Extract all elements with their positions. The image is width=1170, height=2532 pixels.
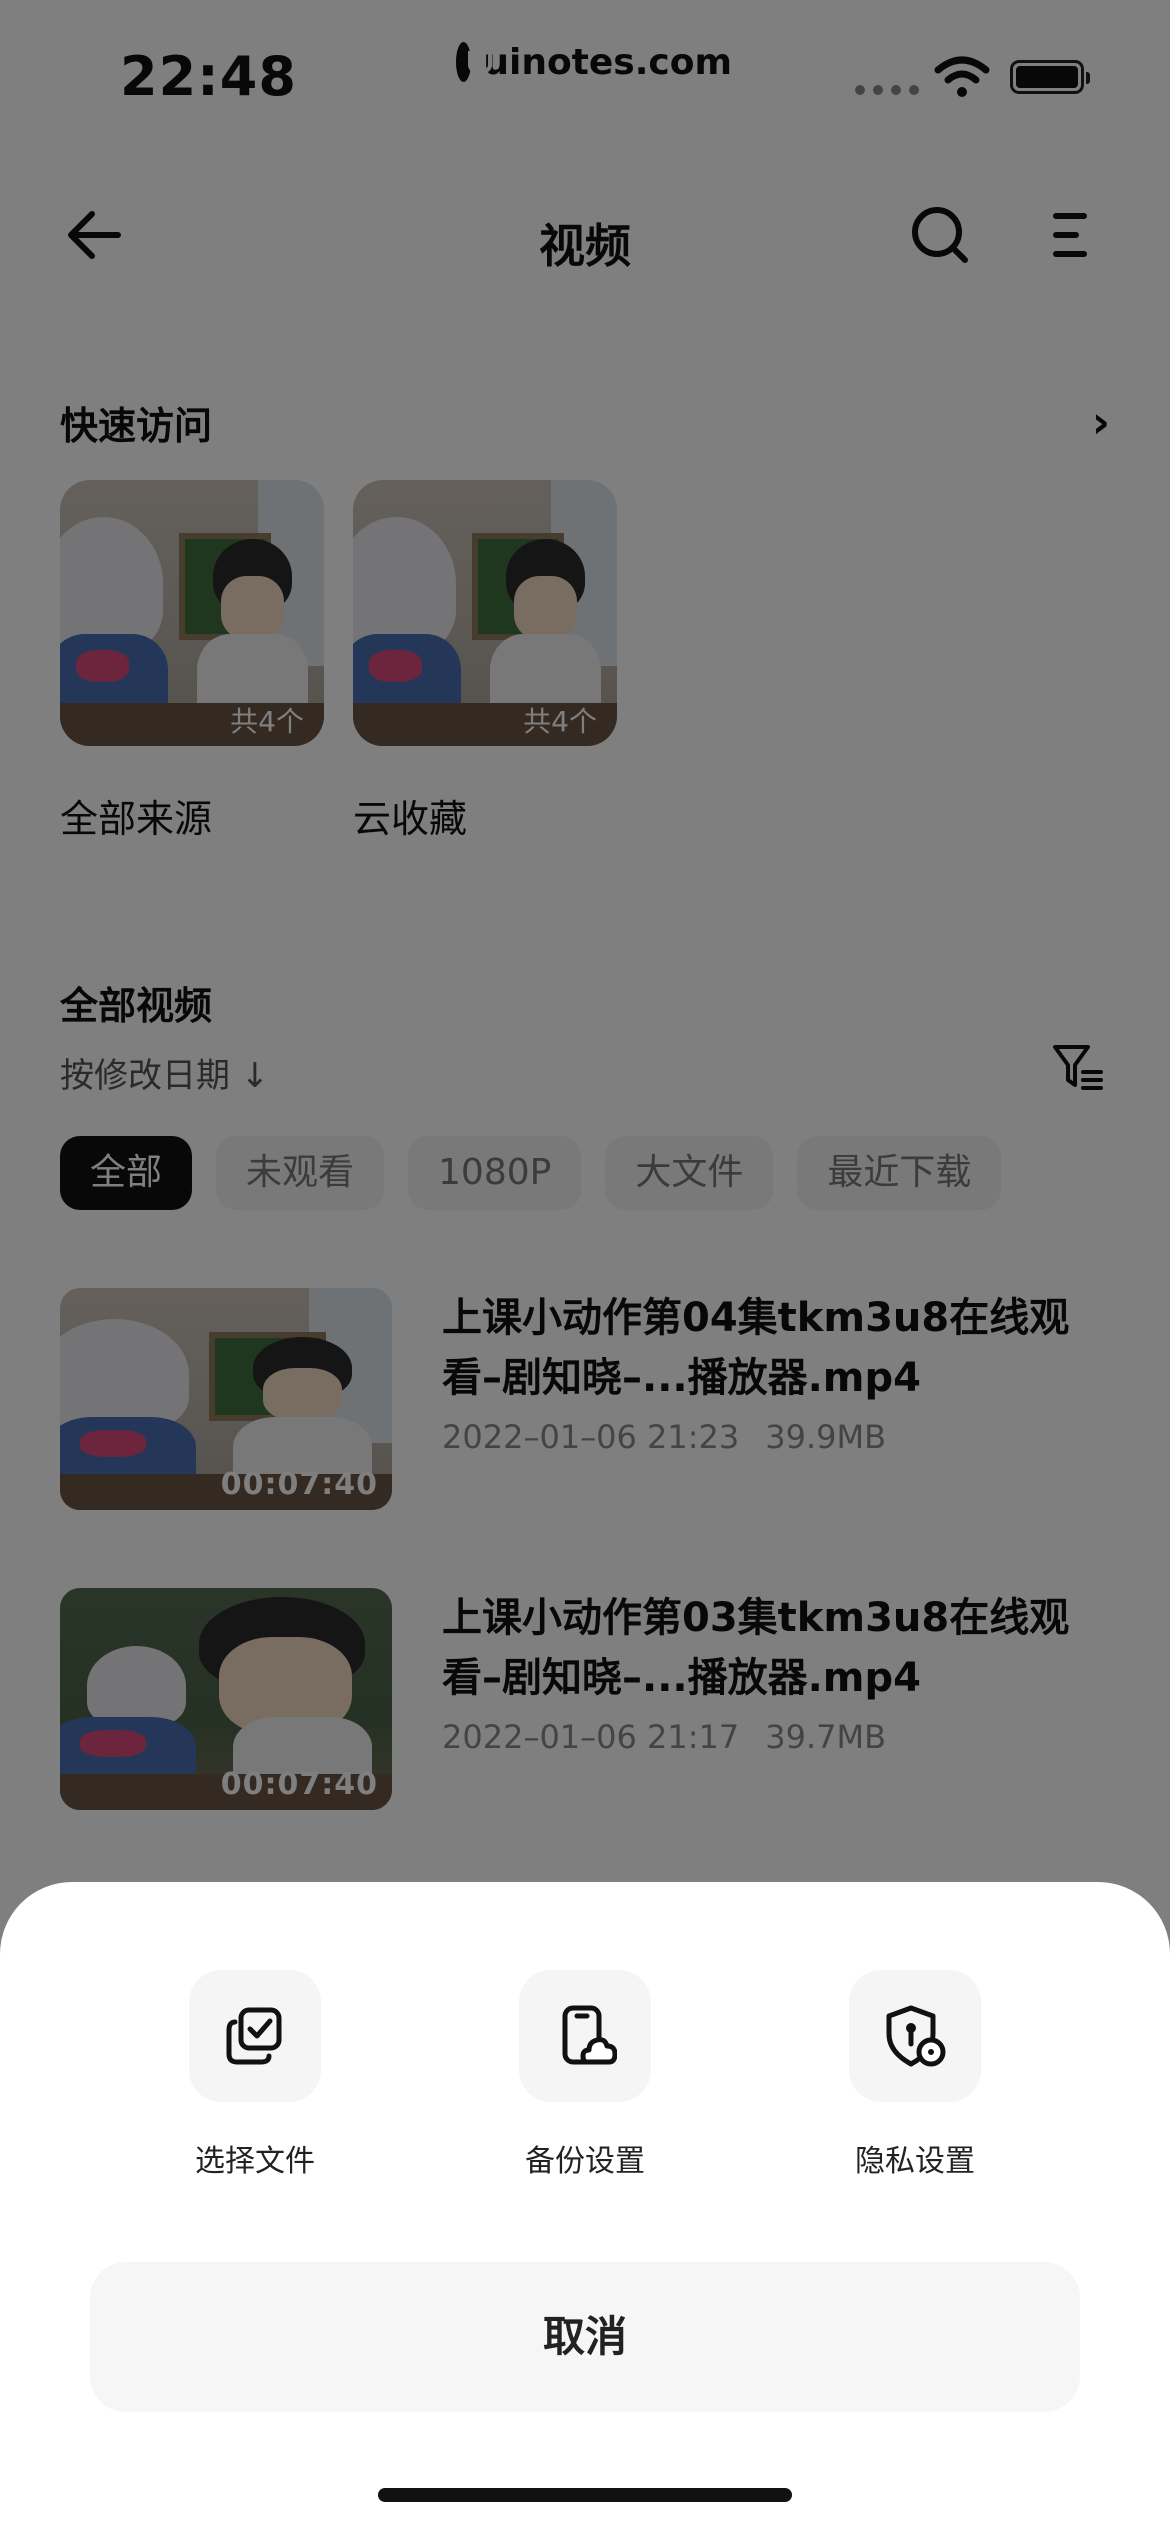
privacy-settings-button[interactable] [849,1970,981,2102]
action-sheet: 选择文件 备份设置 隐私设置 取消 [0,1882,1170,2532]
backup-settings-button[interactable] [519,1970,651,2102]
privacy-settings-label: 隐私设置 [855,2144,975,2179]
select-files-icon [226,2007,282,2065]
screen: 22:48 uinotes.com 视频 快速访问 › [0,0,1170,2532]
select-files-label: 选择文件 [195,2144,315,2179]
privacy-settings-icon [886,2005,946,2067]
home-indicator[interactable] [378,2488,792,2502]
cancel-button[interactable]: 取消 [90,2262,1080,2412]
select-files-button[interactable] [189,1970,321,2102]
backup-settings-action[interactable]: 备份设置 [485,1970,685,2180]
backup-settings-icon [562,2005,617,2065]
select-files-action[interactable]: 选择文件 [155,1970,355,2180]
privacy-settings-action[interactable]: 隐私设置 [815,1970,1015,2180]
backup-settings-label: 备份设置 [525,2144,645,2179]
